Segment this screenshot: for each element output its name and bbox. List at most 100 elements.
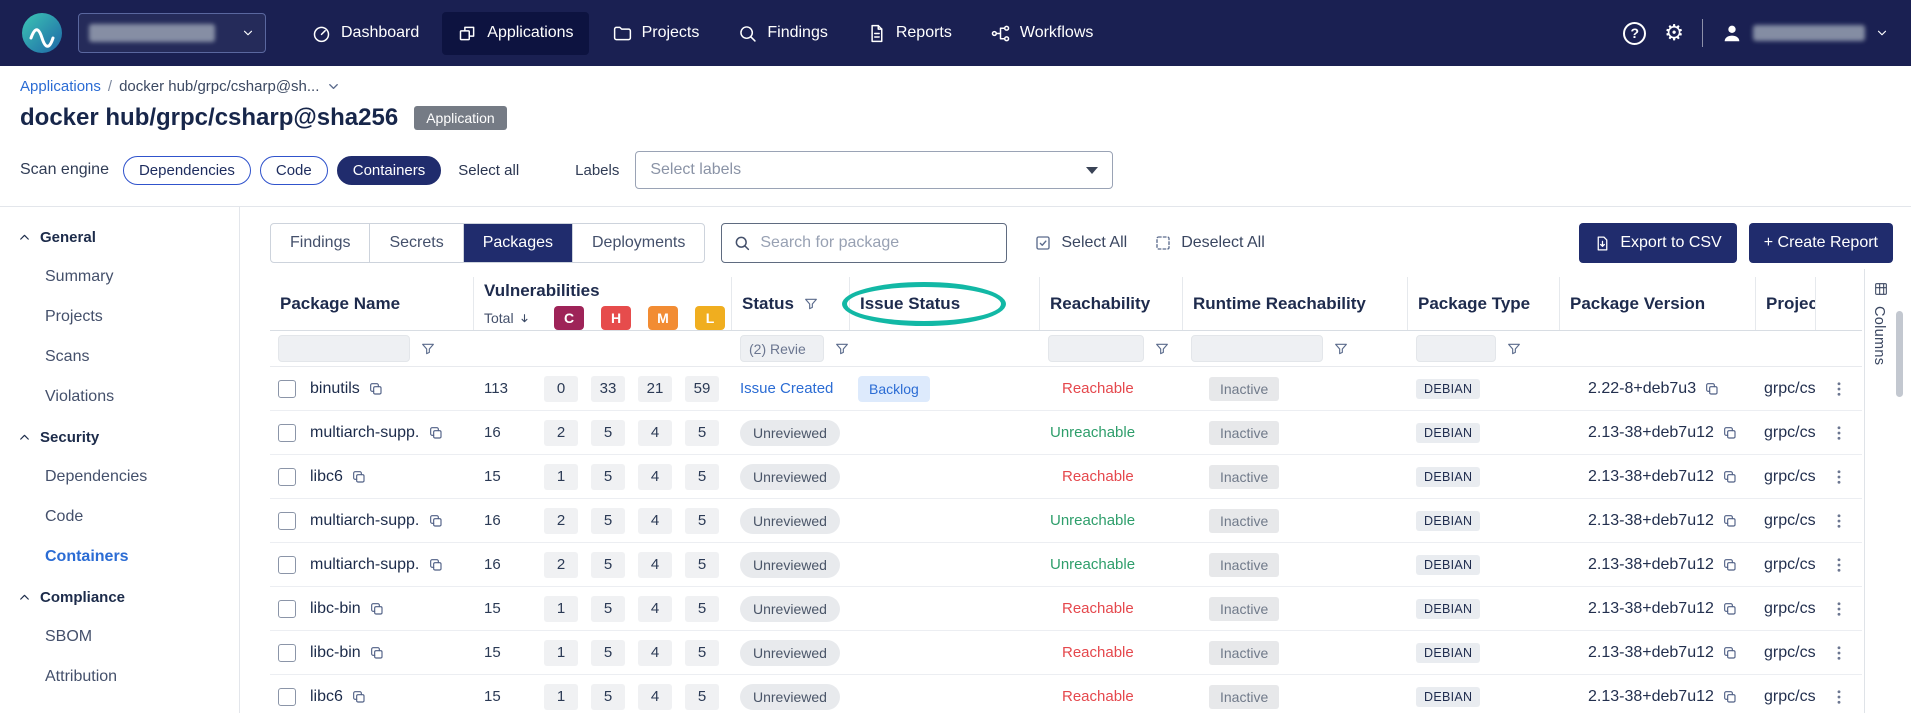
vuln-medium-count[interactable]: 4 [638, 552, 672, 578]
copy-icon[interactable] [1722, 425, 1738, 441]
vuln-critical-count[interactable]: 2 [544, 508, 578, 534]
header-runtime-reachability[interactable]: Runtime Reachability [1183, 277, 1408, 330]
tab-findings[interactable]: Findings [271, 224, 369, 262]
vuln-high-count[interactable]: 5 [591, 684, 625, 710]
copy-icon[interactable] [1722, 601, 1738, 617]
package-name[interactable]: libc6 [310, 468, 343, 486]
header-package-name[interactable]: Package Name [270, 277, 474, 330]
row-menu-button[interactable] [1816, 644, 1862, 662]
help-icon[interactable]: ? [1623, 22, 1646, 45]
row-checkbox[interactable] [278, 600, 296, 618]
select-all-button[interactable]: Select All [1034, 234, 1127, 252]
row-checkbox[interactable] [278, 556, 296, 574]
scan-engine-pill-dependencies[interactable]: Dependencies [123, 156, 251, 185]
header-status[interactable]: Status [732, 277, 850, 330]
filter-icon[interactable] [1333, 341, 1349, 357]
tab-deployments[interactable]: Deployments [572, 224, 704, 262]
row-menu-button[interactable] [1816, 468, 1862, 486]
columns-panel-button[interactable]: Columns [1864, 269, 1911, 713]
scan-engine-select-all[interactable]: Select all [458, 162, 519, 179]
vuln-low-count[interactable]: 5 [685, 464, 719, 490]
brand-logo-icon[interactable] [22, 13, 62, 53]
copy-icon[interactable] [1722, 557, 1738, 573]
sidebar-section-compliance[interactable]: Compliance [18, 577, 239, 617]
vertical-scrollbar[interactable] [1896, 311, 1903, 397]
sidebar-item-scans[interactable]: Scans [18, 337, 239, 377]
header-package-version[interactable]: Package Version [1560, 277, 1756, 330]
vuln-high-count[interactable]: 5 [591, 420, 625, 446]
filter-icon[interactable] [834, 341, 850, 357]
status-link[interactable]: Issue Created [732, 380, 833, 397]
copy-icon[interactable] [1722, 645, 1738, 661]
gear-icon[interactable]: ⚙ [1664, 22, 1684, 44]
sidebar-item-projects[interactable]: Projects [18, 297, 239, 337]
tab-packages[interactable]: Packages [463, 224, 572, 262]
package-name[interactable]: libc-bin [310, 600, 361, 618]
package-name-filter-input[interactable] [278, 335, 410, 362]
filter-icon[interactable] [803, 296, 819, 312]
header-package-type[interactable]: Package Type [1408, 277, 1560, 330]
package-name[interactable]: binutils [310, 380, 360, 398]
vuln-high-count[interactable]: 5 [591, 596, 625, 622]
tab-secrets[interactable]: Secrets [369, 224, 462, 262]
vuln-medium-count[interactable]: 4 [638, 596, 672, 622]
sidebar-item-code[interactable]: Code [18, 497, 239, 537]
sidebar-item-violations[interactable]: Violations [18, 377, 239, 417]
vuln-low-count[interactable]: 5 [685, 508, 719, 534]
status-filter-value[interactable]: (2) Revie [740, 335, 824, 362]
nav-item-projects[interactable]: Projects [597, 12, 715, 55]
breadcrumb-chevron-icon[interactable] [326, 79, 341, 94]
sidebar-item-dependencies[interactable]: Dependencies [18, 457, 239, 497]
row-checkbox[interactable] [278, 424, 296, 442]
header-reachability[interactable]: Reachability [1040, 277, 1183, 330]
vuln-low-count[interactable]: 5 [685, 552, 719, 578]
vuln-medium-count[interactable]: 4 [638, 464, 672, 490]
vuln-critical-count[interactable]: 1 [544, 640, 578, 666]
vuln-medium-count[interactable]: 4 [638, 640, 672, 666]
row-menu-button[interactable] [1816, 512, 1862, 530]
copy-icon[interactable] [428, 557, 444, 573]
copy-icon[interactable] [1722, 689, 1738, 705]
vuln-medium-count[interactable]: 21 [638, 376, 672, 402]
package-name[interactable]: multiarch-supp... [310, 512, 420, 530]
vuln-medium-count[interactable]: 4 [638, 684, 672, 710]
row-checkbox[interactable] [278, 688, 296, 706]
copy-icon[interactable] [1722, 469, 1738, 485]
row-checkbox[interactable] [278, 380, 296, 398]
row-menu-button[interactable] [1816, 424, 1862, 442]
copy-icon[interactable] [428, 425, 444, 441]
filter-icon[interactable] [1506, 341, 1522, 357]
vuln-low-count[interactable]: 5 [685, 420, 719, 446]
package-type-filter-input[interactable] [1416, 335, 1496, 362]
vuln-critical-count[interactable]: 1 [544, 596, 578, 622]
copy-icon[interactable] [369, 645, 385, 661]
copy-icon[interactable] [368, 381, 384, 397]
row-checkbox[interactable] [278, 468, 296, 486]
vuln-low-count[interactable]: 5 [685, 684, 719, 710]
row-menu-button[interactable] [1816, 600, 1862, 618]
vuln-high-count[interactable]: 5 [591, 508, 625, 534]
scan-engine-pill-containers[interactable]: Containers [337, 156, 442, 185]
search-input[interactable] [760, 234, 995, 252]
severity-critical-badge[interactable]: C [554, 306, 584, 330]
vuln-high-count[interactable]: 5 [591, 464, 625, 490]
row-menu-button[interactable] [1816, 556, 1862, 574]
header-project[interactable]: Project [1756, 277, 1816, 330]
create-report-button[interactable]: + Create Report [1749, 223, 1893, 263]
package-name[interactable]: libc-bin [310, 644, 361, 662]
labels-select[interactable]: Select labels [635, 151, 1113, 189]
severity-high-badge[interactable]: H [601, 306, 631, 330]
package-name[interactable]: multiarch-supp... [310, 424, 420, 442]
reachability-filter-input[interactable] [1048, 335, 1144, 362]
vuln-medium-count[interactable]: 4 [638, 508, 672, 534]
copy-icon[interactable] [369, 601, 385, 617]
copy-icon[interactable] [1704, 381, 1720, 397]
row-menu-button[interactable] [1816, 688, 1862, 706]
filter-icon[interactable] [420, 341, 436, 357]
export-csv-button[interactable]: Export to CSV [1579, 223, 1736, 263]
sidebar-section-general[interactable]: General [18, 217, 239, 257]
sidebar-item-containers[interactable]: Containers [18, 537, 239, 577]
nav-item-applications[interactable]: Applications [442, 12, 588, 55]
vuln-critical-count[interactable]: 0 [544, 376, 578, 402]
copy-icon[interactable] [428, 513, 444, 529]
